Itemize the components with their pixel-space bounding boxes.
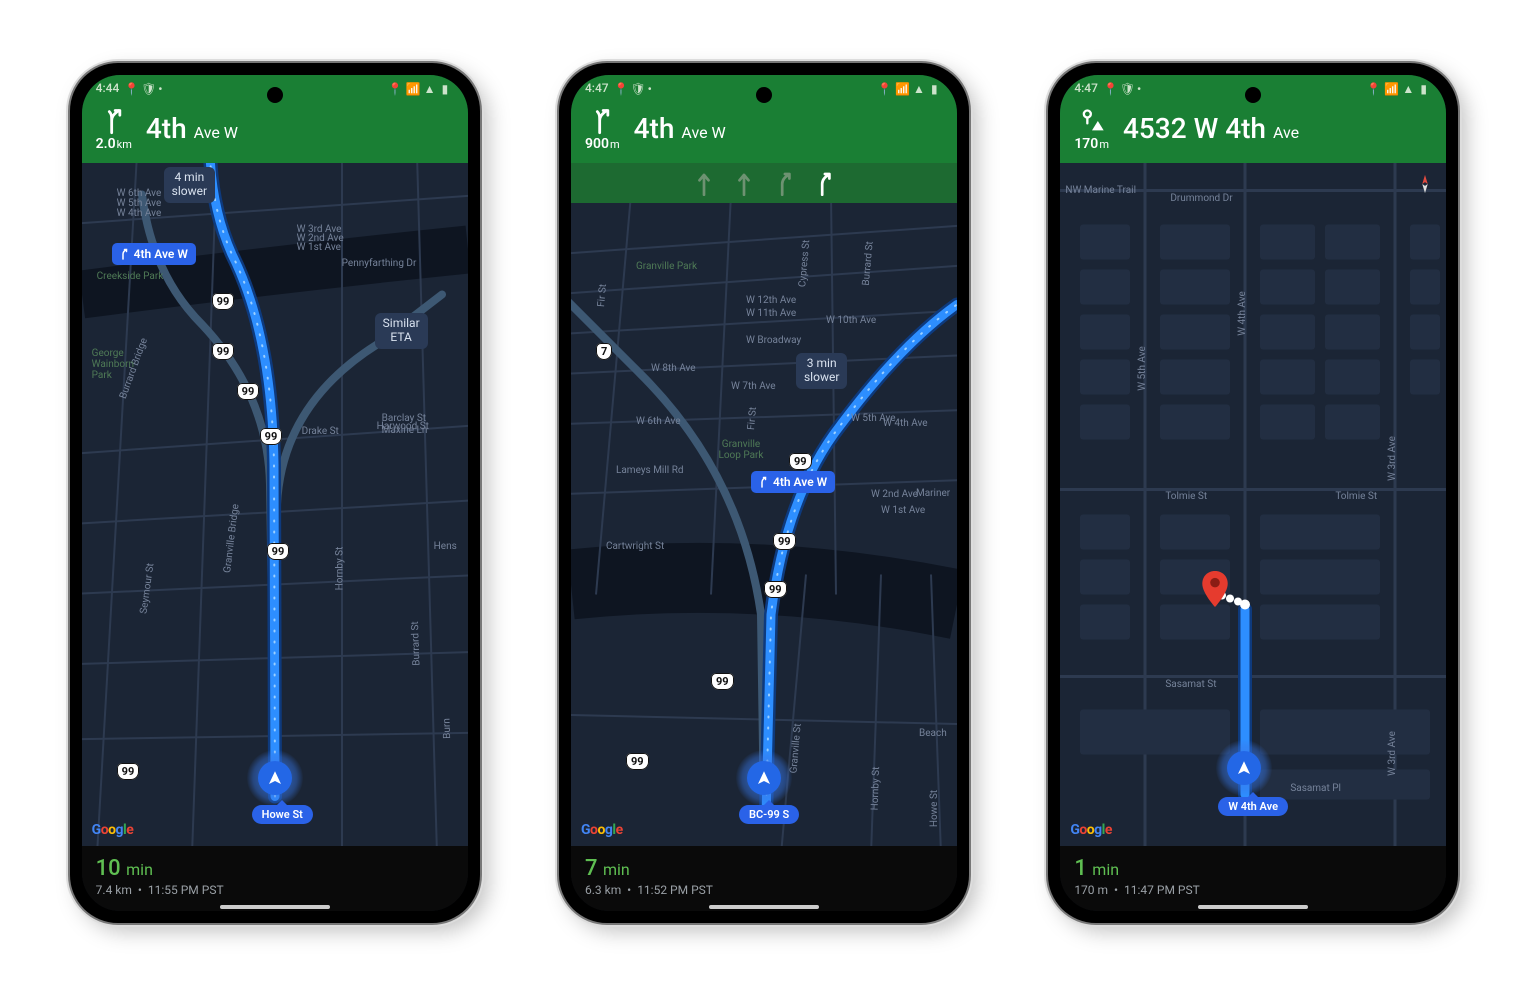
lane-straight-icon: [695, 169, 713, 197]
screen: 4:47 📍 🛡 • 📍 📶 ▲ ▮ 900m: [571, 75, 957, 911]
dot-icon: •: [648, 82, 660, 94]
trip-summary-footer[interactable]: 1 min 170 m • 11:47 PM PST: [1060, 846, 1446, 911]
screen: 4:47 📍 🛡 • 📍 📶 ▲ ▮ 170m: [1060, 75, 1446, 911]
map-canvas[interactable]: Drummond Dr W 4th Ave W 5th Ave W 3rd Av…: [1060, 163, 1446, 846]
maneuver-distance: 900m: [585, 137, 620, 151]
google-logo: Google: [1070, 822, 1112, 838]
navigation-header[interactable]: 2.0km 4th Ave W: [82, 101, 468, 163]
maneuver-street: 4th Ave W: [146, 115, 238, 143]
turn-ahead-chip[interactable]: 4th Ave W: [112, 243, 196, 265]
lane-guidance-bar: [571, 163, 957, 203]
google-logo: Google: [581, 822, 623, 838]
navigation-header[interactable]: 900m 4th Ave W: [571, 101, 957, 163]
shield-icon: 🛡: [1120, 82, 1132, 94]
location-icon: 📍: [877, 82, 889, 94]
camera-cutout: [267, 87, 283, 103]
screen: 4:44 📍 🛡 • 📍 📶 ▲ ▮ 2.0km: [82, 75, 468, 911]
fork-right-icon: [757, 476, 769, 488]
location-icon: 📍: [614, 82, 626, 94]
fork-right-icon: [100, 107, 128, 135]
maneuver-distance: 2.0km: [96, 137, 132, 151]
status-time: 4:47: [1074, 81, 1098, 95]
home-indicator[interactable]: [709, 905, 819, 909]
route-shield: 99: [117, 763, 140, 780]
home-indicator[interactable]: [220, 905, 330, 909]
destination-pin-icon: [1202, 571, 1228, 607]
current-location-puck: [1216, 740, 1272, 796]
signal-icon: 📶: [895, 82, 907, 94]
map-background: [82, 163, 468, 846]
shield-icon: 🛡: [631, 82, 643, 94]
remaining-time: 1 min: [1074, 856, 1432, 881]
wifi-icon: ▲: [424, 82, 436, 94]
status-time: 4:47: [585, 81, 609, 95]
map-canvas[interactable]: 3 minslower 4th Ave W 7 99 99 99 99 99 W…: [571, 203, 957, 846]
slower-route-chip[interactable]: 4 minslower: [164, 167, 215, 203]
wifi-icon: ▲: [913, 82, 925, 94]
dot-icon: •: [158, 82, 170, 94]
route-shield: 7: [596, 343, 612, 360]
arrow-up-icon: [266, 769, 284, 787]
remaining-distance-arrival: 6.3 km • 11:52 PM PST: [585, 883, 943, 897]
route-shield: 99: [773, 533, 796, 550]
remaining-distance-arrival: 7.4 km • 11:55 PM PST: [96, 883, 454, 897]
current-location-puck: [736, 750, 792, 806]
current-road-label: Howe St: [252, 805, 313, 824]
fork-right-icon: [588, 107, 616, 135]
route-shield: 99: [764, 581, 787, 598]
slower-route-chip[interactable]: 3 minslower: [796, 353, 847, 389]
compass-icon[interactable]: [1414, 173, 1436, 195]
trip-summary-footer[interactable]: 7 min 6.3 km • 11:52 PM PST: [571, 846, 957, 911]
remaining-distance-arrival: 170 m • 11:47 PM PST: [1074, 883, 1432, 897]
lane-slight-right-icon: [815, 169, 833, 197]
destination-icon: [1078, 107, 1106, 135]
battery-icon: ▮: [931, 82, 943, 94]
location-icon: 📍: [124, 82, 136, 94]
maneuver-street: 4th Ave W: [634, 115, 726, 143]
route-shield: 99: [260, 428, 283, 445]
route-shield: 99: [212, 293, 235, 310]
route-shield: 99: [626, 753, 649, 770]
similar-eta-chip[interactable]: SimilarETA: [375, 313, 428, 349]
arrow-up-icon: [1235, 759, 1253, 777]
route-shield: 99: [237, 383, 260, 400]
location-icon: 📍: [1366, 82, 1378, 94]
route-shield: 99: [212, 343, 235, 360]
maneuver-street: 4532 W 4th Ave: [1123, 115, 1299, 143]
dot-icon: •: [1137, 82, 1149, 94]
signal-icon: 📶: [406, 82, 418, 94]
route-shield: 99: [789, 453, 812, 470]
remaining-time: 7 min: [585, 856, 943, 881]
google-logo: Google: [92, 822, 134, 838]
status-time: 4:44: [96, 81, 120, 95]
lane-straight-icon: [735, 169, 753, 197]
current-road-label: W 4th Ave: [1218, 797, 1288, 816]
signal-icon: 📶: [1384, 82, 1396, 94]
trip-summary-footer[interactable]: 10 min 7.4 km • 11:55 PM PST: [82, 846, 468, 911]
arrow-up-icon: [755, 769, 773, 787]
route-shield: 99: [267, 543, 290, 560]
shield-icon: 🛡: [141, 82, 153, 94]
location-icon: 📍: [388, 82, 400, 94]
wifi-icon: ▲: [1402, 82, 1414, 94]
remaining-time: 10 min: [96, 856, 454, 881]
turn-ahead-chip[interactable]: 4th Ave W: [751, 471, 835, 493]
battery-icon: ▮: [442, 82, 454, 94]
location-icon: 📍: [1103, 82, 1115, 94]
camera-cutout: [756, 87, 772, 103]
maneuver-distance: 170m: [1074, 137, 1109, 151]
phone-frame-3: 4:47 📍 🛡 • 📍 📶 ▲ ▮ 170m: [1048, 63, 1458, 923]
lane-slight-right-icon: [775, 169, 793, 197]
phone-frame-2: 4:47 📍 🛡 • 📍 📶 ▲ ▮ 900m: [559, 63, 969, 923]
home-indicator[interactable]: [1198, 905, 1308, 909]
route-shield: 99: [711, 673, 734, 690]
current-location-puck: [247, 750, 303, 806]
fork-right-icon: [118, 248, 130, 260]
map-canvas[interactable]: 4 minslower 4th Ave W SimilarETA 99 99 9…: [82, 163, 468, 846]
phone-frame-1: 4:44 📍 🛡 • 📍 📶 ▲ ▮ 2.0km: [70, 63, 480, 923]
battery-icon: ▮: [1420, 82, 1432, 94]
navigation-header[interactable]: 170m 4532 W 4th Ave: [1060, 101, 1446, 163]
camera-cutout: [1245, 87, 1261, 103]
current-road-label: BC-99 S: [739, 805, 799, 824]
